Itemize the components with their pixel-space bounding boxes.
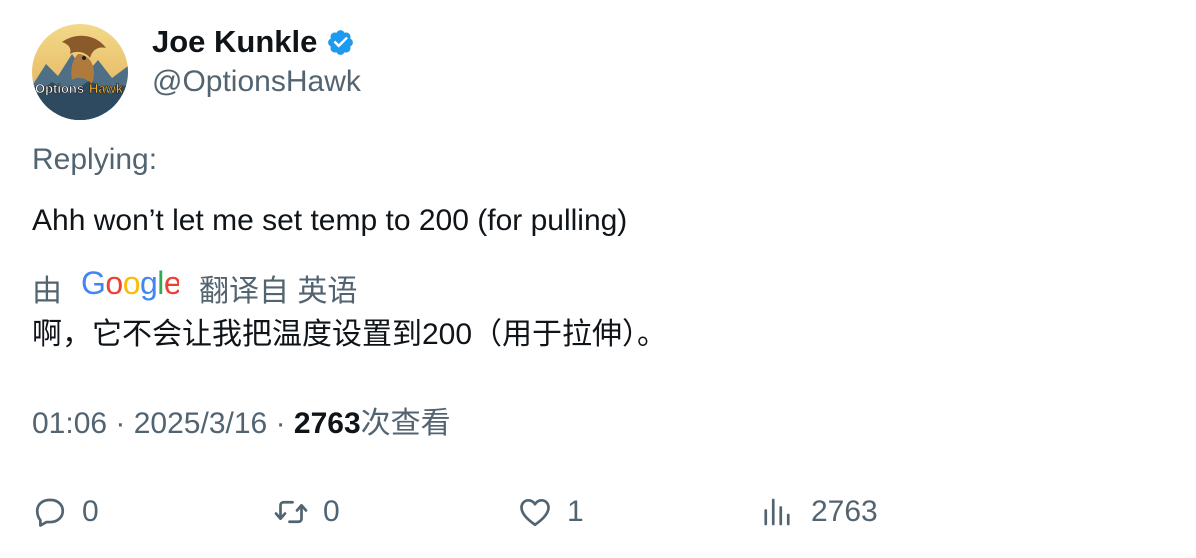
translation-suffix[interactable]: 翻译自 英语: [199, 266, 357, 310]
svg-text:Google: Google: [81, 266, 179, 301]
meta-separator: ·: [115, 407, 134, 440]
retweet-count: 0: [323, 495, 340, 528]
retweet-button[interactable]: 0: [273, 492, 340, 532]
like-count: 1: [567, 495, 584, 528]
tweet-date[interactable]: 2025/3/16: [134, 407, 267, 440]
views-button[interactable]: 2763: [759, 492, 878, 532]
google-logo-icon[interactable]: Google: [81, 265, 182, 310]
meta-separator: ·: [275, 407, 294, 440]
views-label: 次查看: [360, 407, 451, 440]
tweet-time[interactable]: 01:06: [32, 407, 107, 440]
bar-chart-icon: [759, 494, 795, 530]
like-button[interactable]: 1: [517, 492, 584, 532]
avatar-image: Options Hawk: [32, 24, 128, 120]
action-bar: 0 0 1 2763: [32, 492, 932, 532]
replying-label: Replying:: [32, 143, 158, 176]
svg-text:Options: Options: [35, 81, 84, 96]
views-count-action: 2763: [811, 495, 878, 528]
verified-badge-icon: [326, 28, 355, 57]
author-handle[interactable]: @OptionsHawk: [152, 62, 361, 102]
tweet-meta: 01:06 · 2025/3/16 · 2763次查看: [32, 404, 451, 444]
translation-prefix: 由: [32, 275, 62, 308]
tweet-text: Ahh won’t let me set temp to 200 (for pu…: [32, 204, 628, 237]
author-display-name[interactable]: Joe Kunkle: [152, 22, 317, 62]
reply-button[interactable]: 0: [32, 492, 99, 532]
svg-text:Hawk: Hawk: [89, 81, 124, 96]
translated-text: 啊，它不会让我把温度设置到200（用于拉伸）。: [32, 318, 668, 351]
reply-count: 0: [82, 495, 99, 528]
translation-attribution: 由 Google 翻译自 英语: [32, 265, 357, 310]
author-name-row: Joe Kunkle: [152, 22, 355, 62]
views-count: 2763: [293, 407, 361, 440]
heart-icon: [517, 494, 553, 530]
avatar[interactable]: Options Hawk: [32, 24, 128, 120]
comment-bubble-icon: [32, 494, 68, 530]
retweet-arrows-icon: [273, 494, 309, 530]
